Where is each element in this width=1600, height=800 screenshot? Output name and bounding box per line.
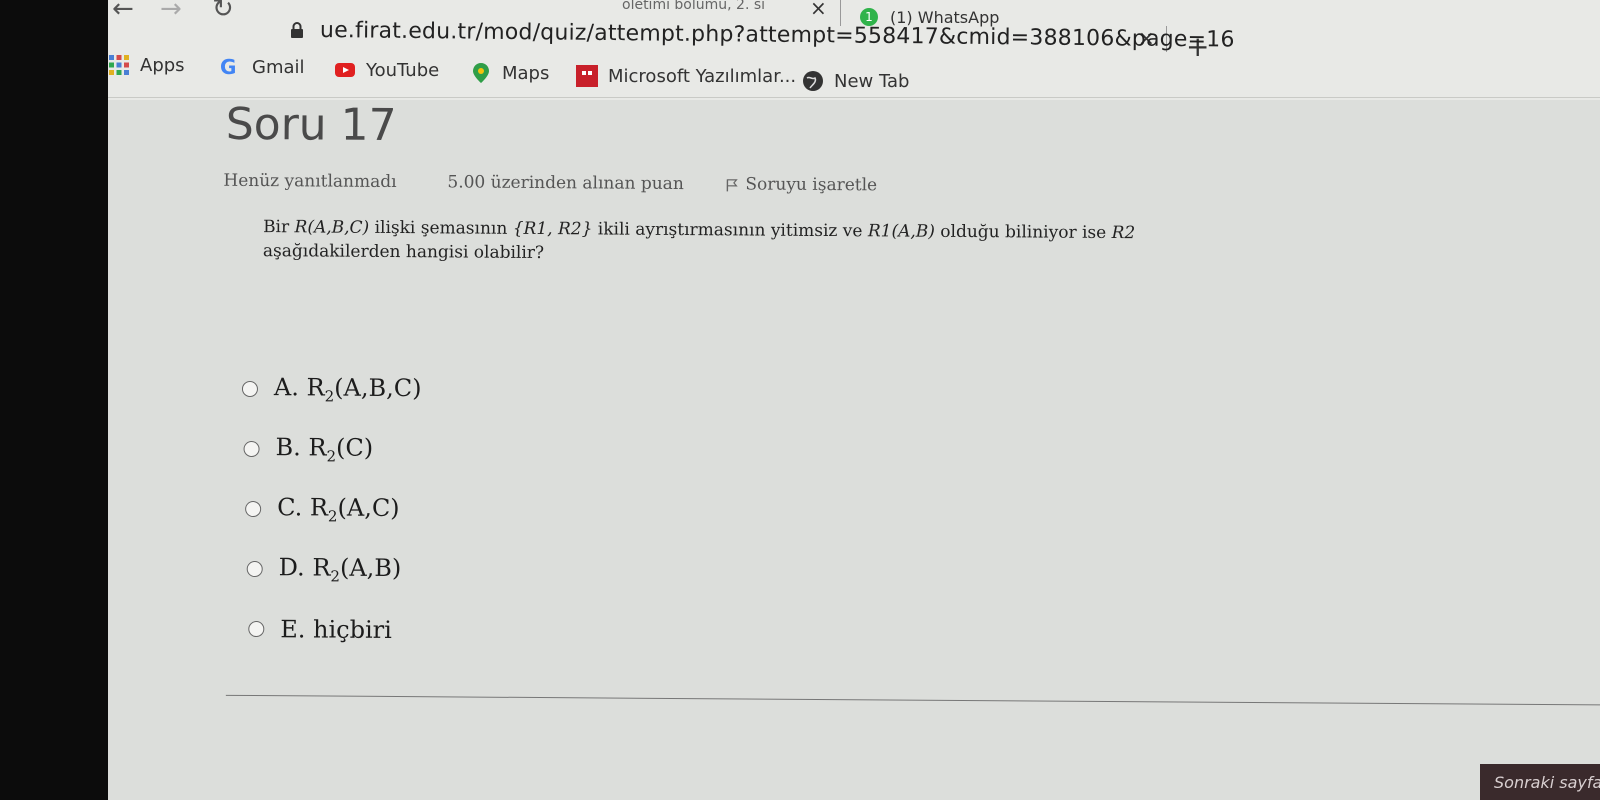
- radio-button[interactable]: [243, 440, 260, 458]
- bookmark-label: New Tab: [834, 70, 910, 92]
- relation-r1: R1(A,B): [867, 221, 935, 242]
- option-attributes: (A,C): [337, 493, 400, 523]
- browser-window: ← → ↻ öletimi bölümü, 2. sı × 1 (1) What…: [108, 0, 1600, 800]
- flag-question-link[interactable]: Soruyu işaretle: [725, 174, 877, 195]
- question-text-part: Bir: [263, 217, 295, 238]
- option-letter: C.: [277, 493, 303, 522]
- bookmark-new-tab[interactable]: New Tab: [802, 70, 909, 92]
- answer-option-a[interactable]: A. R2(A,B,C): [241, 359, 422, 420]
- browser-chrome: ← → ↻ öletimi bölümü, 2. sı × 1 (1) What…: [108, 0, 1600, 100]
- divider: [225, 694, 1600, 706]
- option-attributes: (A,B,C): [334, 373, 422, 403]
- tab-label: öletimi bölümü, 2. sı: [622, 0, 766, 13]
- answer-option-d[interactable]: D. R2(A,B): [246, 539, 427, 600]
- option-letter: E.: [280, 615, 306, 644]
- decomposition-set: {R1, R2}: [512, 218, 593, 240]
- option-relation: R: [309, 493, 329, 522]
- radio-button[interactable]: [246, 560, 263, 578]
- globe-icon: [803, 71, 823, 91]
- bookmark-youtube[interactable]: YouTube: [334, 59, 439, 81]
- flag-icon: [726, 178, 738, 191]
- option-subscript: 2: [330, 567, 341, 586]
- page-title: Soru 17: [225, 98, 397, 152]
- option-subscript: 2: [326, 447, 337, 466]
- answer-option-b[interactable]: B. R2(C): [243, 419, 423, 480]
- bookmark-maps[interactable]: Maps: [470, 62, 549, 84]
- tab-divider: [840, 0, 841, 26]
- bookmark-gmail[interactable]: G Gmail: [220, 56, 305, 78]
- option-label: hiçbiri: [312, 615, 392, 644]
- apps-grid-icon: [109, 55, 129, 75]
- bookmark-apps[interactable]: Apps: [108, 54, 185, 76]
- google-g-icon: G: [220, 55, 237, 79]
- quiz-page: Soru 17 Henüz yanıtlanmadı 5.00 üzerinde…: [108, 98, 1600, 800]
- option-text: C. R2(A,C): [277, 493, 400, 526]
- answer-option-c[interactable]: C. R2(A,C): [245, 479, 425, 540]
- bookmark-label: Maps: [502, 62, 550, 84]
- option-text: B. R2(C): [275, 433, 373, 465]
- youtube-icon: [335, 63, 355, 77]
- option-relation: R: [312, 553, 331, 582]
- tab-quiz[interactable]: öletimi bölümü, 2. sı: [622, 0, 765, 18]
- answer-option-e[interactable]: E. hiçbiri: [248, 599, 428, 660]
- radio-button[interactable]: [248, 620, 265, 638]
- question-grade: 5.00 üzerinden alınan puan: [447, 172, 684, 195]
- radio-button[interactable]: [241, 380, 259, 398]
- reload-icon[interactable]: ↻: [212, 0, 234, 24]
- flag-label: Soruyu işaretle: [745, 174, 878, 196]
- question-status: Henüz yanıtlanmadı: [223, 170, 397, 193]
- tab-close-icon[interactable]: ×: [810, 0, 827, 20]
- address-bar[interactable]: ue.firat.edu.tr/mod/quiz/attempt.php?att…: [320, 18, 1235, 53]
- question-text-part: aşağıdakilerden hangisi olabilir?: [262, 241, 545, 264]
- relation-schema: R(A,B,C): [294, 217, 370, 238]
- question-text-part: olduğu biliniyor ise: [934, 221, 1112, 244]
- question-text: Bir R(A,B,C) ilişki şemasının {R1, R2} i…: [263, 215, 1163, 269]
- answer-options: A. R2(A,B,C) B. R2(C) C. R2(A,C) D. R2(A…: [240, 359, 422, 660]
- option-letter: D.: [278, 553, 305, 582]
- option-attributes: (C): [335, 433, 374, 462]
- chrome-divider: [108, 97, 1600, 98]
- option-relation: R: [306, 373, 325, 402]
- option-attributes: (A,B): [339, 553, 402, 583]
- bookmarks-bar: Apps G Gmail YouTube Maps Microsoft Yazı…: [108, 50, 1600, 96]
- question-text-part: ilişki şemasının: [369, 217, 513, 239]
- forward-arrow-icon[interactable]: →: [160, 0, 182, 24]
- radio-button[interactable]: [245, 500, 262, 518]
- lock-icon: [291, 22, 303, 38]
- bookmark-microsoft[interactable]: Microsoft Yazılımlar...: [576, 65, 796, 87]
- bookmark-label: Gmail: [252, 56, 305, 78]
- option-text: D. R2(A,B): [279, 553, 402, 586]
- back-arrow-icon[interactable]: ←: [112, 0, 134, 24]
- option-letter: A.: [273, 373, 300, 402]
- bookmark-label: YouTube: [366, 59, 440, 81]
- bookmark-label: Microsoft Yazılımlar...: [608, 65, 797, 87]
- question-text-part: ikili ayrıştırmasının yitimsiz ve: [592, 219, 868, 242]
- microsoft-icon: [576, 65, 598, 87]
- option-text: E. hiçbiri: [280, 615, 392, 644]
- next-page-button[interactable]: Sonraki sayfa: [1480, 764, 1600, 800]
- option-subscript: 2: [324, 387, 335, 406]
- bookmark-label: Apps: [140, 54, 185, 76]
- option-text: A. R2(A,B,C): [274, 373, 422, 406]
- relation-r2: R2: [1111, 223, 1136, 244]
- maps-pin-icon: [473, 63, 489, 83]
- option-letter: B.: [275, 433, 301, 462]
- option-relation: R: [308, 433, 327, 462]
